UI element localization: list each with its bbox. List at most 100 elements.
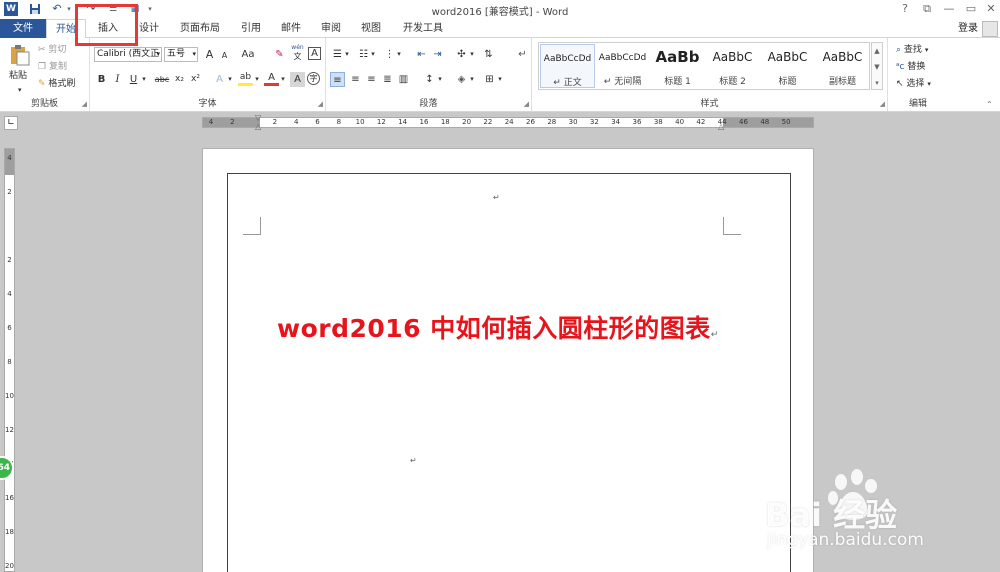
document-title[interactable]: word2016 中如何插入圆柱形的图表↵ <box>277 309 719 345</box>
select-dropdown-icon: ▾ <box>927 80 931 88</box>
align-center-icon[interactable]: ≡ <box>348 72 363 87</box>
tab-review[interactable]: 审阅 <box>312 19 350 38</box>
phonetic-guide-top[interactable]: wén <box>290 44 305 52</box>
character-border-icon[interactable]: A <box>308 47 321 60</box>
strikethrough-icon[interactable]: abc <box>152 72 172 87</box>
sort-icon[interactable]: ⇅ <box>481 47 496 62</box>
change-case-icon[interactable]: Aa <box>238 47 258 62</box>
bullets-dropdown-icon[interactable]: ▾ <box>343 47 351 62</box>
close-icon[interactable]: ✕ <box>982 2 1000 16</box>
underline-icon[interactable]: U <box>126 72 141 87</box>
collapse-ribbon-icon[interactable]: ⌃ <box>986 100 993 109</box>
maximize-icon[interactable]: ▭ <box>962 2 980 16</box>
font-name-select[interactable]: Calibri (西文正 ▾ <box>94 47 162 62</box>
editing-group: ⌕ 查找 ▾ ᵃc 替换 ↖ 选择 ▾ 编辑 <box>890 38 946 111</box>
style-normal[interactable]: AaBbCcDd ↵ 正文 <box>540 44 595 88</box>
document-page[interactable]: ↵ word2016 中如何插入圆柱形的图表↵ ↵ <box>202 148 814 572</box>
font-color-icon[interactable]: A <box>264 70 279 86</box>
tab-file[interactable]: 文件 <box>0 19 46 38</box>
ribbon-display-icon[interactable]: ⧉ <box>918 2 936 16</box>
underline-dropdown-icon[interactable]: ▾ <box>140 72 148 87</box>
shrink-font-icon[interactable]: A <box>217 48 232 63</box>
ruler-tick: 2 <box>272 118 278 126</box>
style-heading-1[interactable]: AaBb 标题 1 <box>650 44 705 88</box>
right-indent-icon[interactable]: △ <box>718 123 724 131</box>
cut-button[interactable]: ✂ 剪切 <box>38 42 66 58</box>
decrease-indent-icon[interactable]: ⇤ <box>414 47 429 62</box>
style-title[interactable]: AaBbC 标题 <box>760 44 815 88</box>
clear-formatting-icon[interactable]: ✎ <box>272 47 287 62</box>
brush-icon: ✎ <box>38 79 46 89</box>
paragraph-launcher-icon[interactable]: ◢ <box>524 100 529 108</box>
style-subtitle[interactable]: AaBbC 副标题 <box>815 44 870 88</box>
styles-launcher-icon[interactable]: ◢ <box>880 100 885 108</box>
ruler-tick: 34 <box>611 118 621 126</box>
tab-selector-icon[interactable]: ∟ <box>4 116 18 130</box>
vruler-tick: 16 <box>5 494 14 502</box>
text-effects-icon[interactable]: A <box>212 72 227 87</box>
font-launcher-icon[interactable]: ◢ <box>318 100 323 108</box>
select-button[interactable]: ↖ 选择 ▾ <box>896 76 931 92</box>
enclose-characters-icon[interactable]: 字 <box>307 72 320 85</box>
text-effects-dropdown-icon[interactable]: ▾ <box>226 72 234 87</box>
clipboard-launcher-icon[interactable]: ◢ <box>82 100 87 108</box>
tab-developer[interactable]: 开发工具 <box>394 19 452 38</box>
character-shading-icon[interactable]: A <box>290 72 305 87</box>
tab-mailings[interactable]: 邮件 <box>272 19 310 38</box>
horizontal-ruler[interactable]: 4 2 2 4 6 8 10 12 14 16 18 20 22 24 26 28 30 32 34 36 38 40 42… <box>202 114 814 131</box>
find-button[interactable]: ⌕ 查找 ▾ <box>896 42 928 58</box>
justify-icon[interactable]: ≣ <box>380 72 395 87</box>
replace-button[interactable]: ᵃc 替换 <box>896 59 925 75</box>
paste-icon[interactable] <box>8 44 30 66</box>
style-heading-2-preview: AaBbC <box>712 50 753 64</box>
ruler-tick: 48 <box>760 118 770 126</box>
align-left-icon[interactable]: ≡ <box>330 72 345 87</box>
minimize-icon[interactable]: — <box>940 2 958 16</box>
tab-view[interactable]: 视图 <box>352 19 390 38</box>
vertical-ruler[interactable]: 422468101214161820 <box>4 148 15 572</box>
superscript-icon[interactable]: x² <box>188 72 203 87</box>
distributed-icon[interactable]: ▥ <box>396 72 411 87</box>
borders-icon[interactable]: ⊞ <box>482 72 497 87</box>
style-no-spacing[interactable]: AaBbCcDd ↵ 无间隔 <box>595 44 650 88</box>
phonetic-guide-icon[interactable]: 文 <box>290 52 305 61</box>
font-size-select[interactable]: 五号 ▾ <box>164 47 198 62</box>
gallery-up-icon[interactable]: ▲ <box>872 43 882 59</box>
tab-references[interactable]: 引用 <box>232 19 270 38</box>
font-color-dropdown-icon[interactable]: ▾ <box>279 72 287 87</box>
avatar[interactable] <box>982 21 998 37</box>
shading-dropdown-icon[interactable]: ▾ <box>468 72 476 87</box>
increase-indent-icon[interactable]: ⇥ <box>430 47 445 62</box>
style-heading-2[interactable]: AaBbC 标题 2 <box>705 44 760 88</box>
gallery-down-icon[interactable]: ▼ <box>872 59 882 75</box>
chinese-layout-dropdown-icon[interactable]: ▾ <box>468 47 476 62</box>
copy-button[interactable]: ❐ 复制 <box>38 59 67 75</box>
line-spacing-icon[interactable]: ↕ <box>422 72 437 87</box>
ruler-tick: 14 <box>398 118 408 126</box>
show-marks-icon[interactable]: ↵ <box>515 47 530 62</box>
line-spacing-dropdown-icon[interactable]: ▾ <box>436 72 444 87</box>
numbering-dropdown-icon[interactable]: ▾ <box>369 47 377 62</box>
window-title: word2016 [兼容模式] - Word <box>431 7 569 18</box>
subscript-icon[interactable]: x₂ <box>172 72 187 87</box>
format-painter-button[interactable]: ✎ 格式刷 <box>38 76 75 92</box>
styles-gallery-scroll[interactable]: ▲ ▼ ▾ <box>871 42 883 90</box>
align-right-icon[interactable]: ≡ <box>364 72 379 87</box>
shading-icon[interactable]: ◈ <box>454 72 469 87</box>
tab-page-layout[interactable]: 页面布局 <box>170 19 230 38</box>
gallery-more-icon[interactable]: ▾ <box>872 75 882 91</box>
borders-dropdown-icon[interactable]: ▾ <box>496 72 504 87</box>
bold-icon[interactable]: B <box>94 72 109 87</box>
first-line-indent-icon[interactable]: ▽ <box>255 114 261 122</box>
multilevel-dropdown-icon[interactable]: ▾ <box>395 47 403 62</box>
crop-mark-right <box>723 217 741 235</box>
chinese-layout-icon[interactable]: ✣ <box>454 47 469 62</box>
help-icon[interactable]: ? <box>896 2 914 16</box>
font-group: Calibri (西文正 ▾ 五号 ▾ A A Aa ✎ wén 文 A B I U… <box>90 38 326 111</box>
highlight-color-icon[interactable]: ab <box>238 70 253 86</box>
login-link[interactable]: 登录 <box>958 19 978 38</box>
grow-font-icon[interactable]: A <box>202 47 217 62</box>
hanging-indent-icon[interactable]: △ <box>255 123 261 131</box>
italic-icon[interactable]: I <box>110 72 125 87</box>
highlight-dropdown-icon[interactable]: ▾ <box>253 72 261 87</box>
